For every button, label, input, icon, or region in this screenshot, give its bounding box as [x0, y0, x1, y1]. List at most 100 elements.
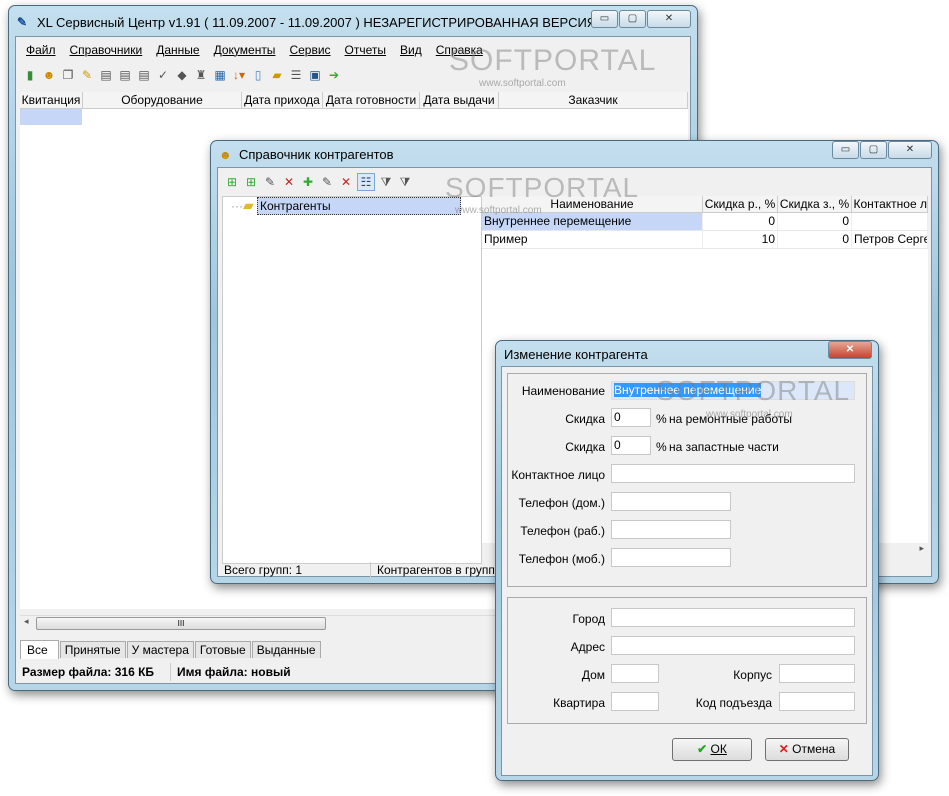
col-customer[interactable]: Заказчик — [499, 92, 688, 108]
cell-contact — [852, 213, 928, 230]
dialog-title: Изменение контрагента — [504, 347, 648, 362]
maximize-button[interactable]: ▢ — [619, 10, 646, 28]
phone-mobile-input[interactable] — [611, 548, 731, 567]
sort-icon[interactable]: ↓▾ — [231, 67, 247, 83]
entrance-code-label: Код подъезда — [695, 696, 772, 710]
watermark-logo: SOFTPORTAL — [445, 172, 640, 203]
menu-data[interactable]: Данные — [156, 43, 199, 57]
minimize-button[interactable]: ▭ — [591, 10, 618, 28]
close-button[interactable]: ✕ — [888, 141, 932, 159]
tree-node-contragents[interactable]: Контрагенты — [257, 197, 461, 215]
folder-icon: ▰ — [243, 197, 254, 213]
dialog-caption-buttons: ✕ — [828, 341, 872, 359]
dialog-client: Наименование Внутреннее перемещение Скид… — [501, 366, 873, 776]
add-contragent-icon[interactable]: ✚ — [300, 174, 316, 190]
discount-parts-input[interactable]: 0 — [611, 436, 651, 455]
phone-work-input[interactable] — [611, 520, 731, 539]
contragents-icon: ☻ — [219, 148, 232, 162]
cancel-button[interactable]: ✕ Отмена — [765, 738, 849, 761]
status-in-group: Контрагентов в группе — [370, 562, 502, 578]
phone-home-input[interactable] — [611, 492, 731, 511]
discount-repair-input[interactable]: 0 — [611, 408, 651, 427]
menu-documents[interactable]: Документы — [214, 43, 276, 57]
menu-file[interactable]: Файл — [26, 43, 56, 57]
menu-references[interactable]: Справочники — [70, 43, 143, 57]
save-icon[interactable]: ▣ — [307, 67, 323, 83]
status-file-name: Имя файла: новый — [170, 663, 291, 681]
print-icon[interactable]: ☰ — [288, 67, 304, 83]
scroll-left-icon[interactable]: ◂ — [24, 616, 29, 627]
col-discount-repair[interactable]: Скидка р., % — [703, 196, 778, 212]
ok-label: ОК — [710, 742, 727, 756]
percent-label: % — [656, 440, 667, 454]
doc2-icon[interactable]: ▤ — [136, 67, 152, 83]
edit-group-icon[interactable]: ✎ — [262, 174, 278, 190]
phone-icon[interactable]: ▮ — [22, 67, 38, 83]
city-label: Город — [572, 612, 605, 626]
close-button[interactable]: ✕ — [647, 10, 691, 28]
menu-reports[interactable]: Отчеты — [345, 43, 386, 57]
tree-view-icon[interactable]: ☷ — [357, 173, 375, 191]
add-subgroup-icon[interactable]: ⊞ — [243, 174, 259, 190]
watermark-logo: SOFTPORTAL — [656, 375, 851, 406]
tools-icon[interactable]: ✎ — [79, 67, 95, 83]
tab-ready[interactable]: Готовые — [194, 641, 251, 658]
col-ready-date[interactable]: Дата готовности — [323, 92, 420, 108]
tab-accepted[interactable]: Принятые — [59, 641, 126, 658]
doc-icon[interactable]: ▤ — [98, 67, 114, 83]
grid-selected-cell[interactable] — [20, 109, 82, 125]
house-label: Дом — [581, 668, 605, 682]
add-group-icon[interactable]: ⊞ — [224, 174, 240, 190]
name-label: Наименование — [521, 384, 605, 398]
cell-contact: Петров Сергей — [852, 231, 928, 248]
table-row[interactable]: Пример 10 0 Петров Сергей — [482, 231, 928, 249]
minimize-button[interactable]: ▭ — [832, 141, 859, 159]
new-file-icon[interactable]: ▯ — [250, 67, 266, 83]
check-icon: ✔ — [697, 742, 708, 756]
open-folder-icon[interactable]: ▰ — [269, 67, 285, 83]
clear-filter-icon[interactable]: ⧩ — [397, 174, 413, 190]
ok-button[interactable]: ✔ ОК — [672, 738, 752, 761]
menu-service[interactable]: Сервис — [289, 43, 330, 57]
cell-name: Пример — [482, 231, 703, 248]
address-input[interactable] — [611, 636, 855, 655]
copy-icon[interactable]: ❐ — [60, 67, 76, 83]
filter-icon[interactable]: ⧩ — [378, 174, 394, 190]
col-contact[interactable]: Контактное л — [852, 196, 928, 212]
flat-label: Квартира — [553, 696, 605, 710]
col-issue-date[interactable]: Дата выдачи — [420, 92, 499, 108]
menu-view[interactable]: Вид — [400, 43, 422, 57]
contact-label: Контактное лицо — [511, 468, 605, 482]
col-receipt[interactable]: Квитанция — [20, 92, 83, 108]
export-icon[interactable]: ➔ — [326, 67, 342, 83]
entrance-code-input[interactable] — [779, 692, 855, 711]
col-arrival-date[interactable]: Дата прихода — [242, 92, 323, 108]
contact-input[interactable] — [611, 464, 855, 483]
group-tree[interactable]: ···· ▰ Контрагенты — [222, 196, 482, 564]
building-label: Корпус — [733, 668, 772, 682]
phone-home-label: Телефон (дом.) — [518, 496, 605, 510]
delete-contragent-icon[interactable]: ✕ — [338, 174, 354, 190]
city-input[interactable] — [611, 608, 855, 627]
binoculars-icon[interactable]: ♜ — [193, 67, 209, 83]
main-grid-header: Квитанция Оборудование Дата прихода Дата… — [20, 92, 688, 109]
percent-label: % — [656, 412, 667, 426]
edit-contragent-icon[interactable]: ✎ — [319, 174, 335, 190]
tab-at-master[interactable]: У мастера — [126, 641, 194, 658]
close-button[interactable]: ✕ — [828, 341, 872, 359]
col-discount-parts[interactable]: Скидка з., % — [778, 196, 852, 212]
building-input[interactable] — [779, 664, 855, 683]
col-equipment[interactable]: Оборудование — [83, 92, 242, 108]
list-icon[interactable]: ▤ — [117, 67, 133, 83]
calendar-icon[interactable]: ▦ — [212, 67, 228, 83]
users-icon[interactable]: ☻ — [41, 67, 57, 83]
table-row[interactable]: Внутреннее перемещение 0 0 — [482, 213, 928, 231]
tag-icon[interactable]: ◆ — [174, 67, 190, 83]
tab-all[interactable]: Все — [20, 640, 59, 659]
maximize-button[interactable]: ▢ — [860, 141, 887, 159]
scroll-thumb[interactable]: III — [36, 617, 326, 630]
tab-issued[interactable]: Выданные — [251, 641, 321, 658]
check-icon[interactable]: ✓ — [155, 67, 171, 83]
scroll-right-icon[interactable]: ▸ — [919, 543, 924, 554]
delete-group-icon[interactable]: ✕ — [281, 174, 297, 190]
